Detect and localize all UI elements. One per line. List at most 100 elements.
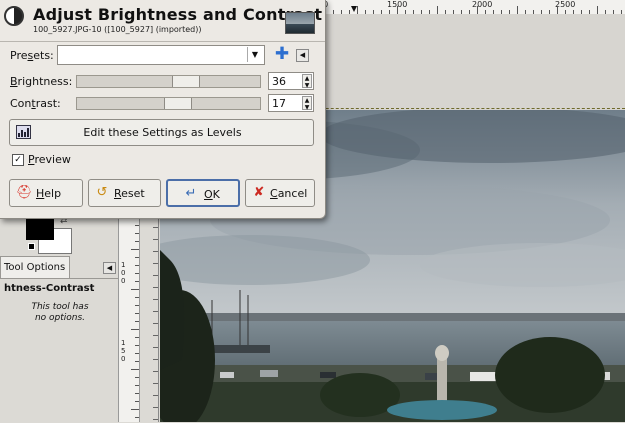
canvas-left-ruler [140,205,159,422]
ruler-tick [153,299,158,300]
dialog-title: Adjust Brightness and Contrast [33,5,323,24]
default-colors-icon[interactable] [28,243,35,250]
dialog-subtitle: 100_5927.JPG-10 ([100_5927] (imported)) [33,25,202,34]
brightness-spinbox[interactable]: 36 ▲ ▼ [268,72,314,90]
chevron-down-icon[interactable]: ▼ [247,47,262,62]
horizontal-ruler[interactable]: 00 1500 2000 2500 [315,0,625,15]
ruler-tick [477,6,478,14]
edit-as-levels-label: Edit these Settings as Levels [83,126,242,139]
ruler-tick [153,239,158,240]
brightness-slider-handle[interactable] [172,76,200,87]
tool-name-label: htness-Contrast [4,283,95,294]
ruler-tick [153,335,158,336]
ruler-tick [135,321,139,322]
ruler-tick [135,345,139,346]
preview-label[interactable]: Preview [28,153,71,166]
reset-label: Reset [114,187,145,200]
ruler-tick [153,227,158,228]
ok-arrow-icon: ↵ [185,186,197,201]
ruler-tick [597,6,598,14]
ruler-tick [153,359,158,360]
cancel-button[interactable]: ✘ Cancel [245,179,315,207]
ruler-tick [135,393,139,394]
tab-menu-icon[interactable]: ◀ [103,262,116,274]
ruler-tick [135,273,139,274]
ruler-tick [131,329,139,330]
spin-arrows-icon[interactable]: ▲ ▼ [302,96,312,111]
contrast-value[interactable]: 17 [272,97,286,110]
ruler-tick [135,313,139,314]
ruler-tick [153,347,158,348]
ruler-tick [357,6,358,14]
ruler-tick [131,409,139,410]
ruler-tick [153,287,158,288]
brightness-contrast-icon [4,6,24,26]
ruler-tick [131,289,139,290]
ruler-tick [135,265,139,266]
ruler-label: 0 [121,277,126,285]
ruler-label: 1 [121,261,126,269]
brightness-slider[interactable] [76,75,261,88]
presets-combo[interactable] [57,45,265,65]
tool-options-note: no options. [34,313,86,323]
ruler-label: 0 [121,355,126,363]
lifebuoy-icon: ⛑ [16,185,33,200]
edit-as-levels-button[interactable]: Edit these Settings as Levels [9,119,314,146]
ruler-label: 5 [121,347,126,355]
cancel-label: Cancel [270,187,308,200]
ruler-tick [153,311,158,312]
ruler-label: 0 [121,269,126,277]
ruler-tick [135,353,139,354]
ruler-tick [131,369,139,370]
foreground-color-swatch-overlay [26,218,54,240]
reset-icon: ↺ [96,185,108,200]
ok-button[interactable]: ↵ OK [166,179,240,207]
contrast-label: Contrast: [10,97,61,110]
tab-tool-options[interactable]: Tool Options [0,256,70,278]
add-preset-icon[interactable]: ✚ [274,45,290,63]
tool-options-panel [0,278,118,423]
ruler-label: 2500 [555,0,576,9]
ruler-label: 1 [121,339,126,347]
ruler-tick [135,417,139,418]
reset-button[interactable]: ↺ Reset [88,179,161,207]
ruler-tick [153,275,158,276]
preview-checkbox[interactable]: ✓ [12,154,24,166]
ruler-tick [153,419,158,420]
presets-menu-icon[interactable]: ◀ [296,49,309,62]
ruler-tick [135,361,139,362]
contrast-spinbox[interactable]: 17 ▲ ▼ [268,94,314,112]
ruler-tick [437,6,438,14]
cancel-x-icon: ✘ [253,185,265,200]
contrast-slider[interactable] [76,97,261,110]
ruler-tick [397,6,398,14]
ruler-tick [135,385,139,386]
ok-label: OK [204,188,220,201]
vertical-ruler[interactable]: 1 0 0 1 5 0 [118,205,140,422]
ruler-tick [135,305,139,306]
help-button[interactable]: ⛑ Help [9,179,83,207]
ruler-tick [135,241,139,242]
contrast-slider-handle[interactable] [164,98,192,109]
brightness-contrast-dialog: Adjust Brightness and Contrast 100_5927.… [0,0,326,219]
help-label: Help [36,187,62,200]
ruler-tick [517,6,518,14]
ruler-tick [135,225,139,226]
ruler-tick [153,407,158,408]
ruler-tick [153,371,158,372]
ruler-tick [135,233,139,234]
ruler-tick [135,337,139,338]
ruler-tick [131,249,139,250]
ruler-tick [135,377,139,378]
ruler-label: 2000 [472,0,493,9]
image-thumbnail [285,12,315,34]
brightness-value[interactable]: 36 [272,75,286,88]
ruler-tick [135,297,139,298]
spin-arrows-icon[interactable]: ▲ ▼ [302,74,312,89]
ruler-tick [153,323,158,324]
ruler-tick [153,263,158,264]
ruler-tick [153,395,158,396]
ruler-tick [135,401,139,402]
ruler-tick [153,251,158,252]
ruler-tick [135,281,139,282]
